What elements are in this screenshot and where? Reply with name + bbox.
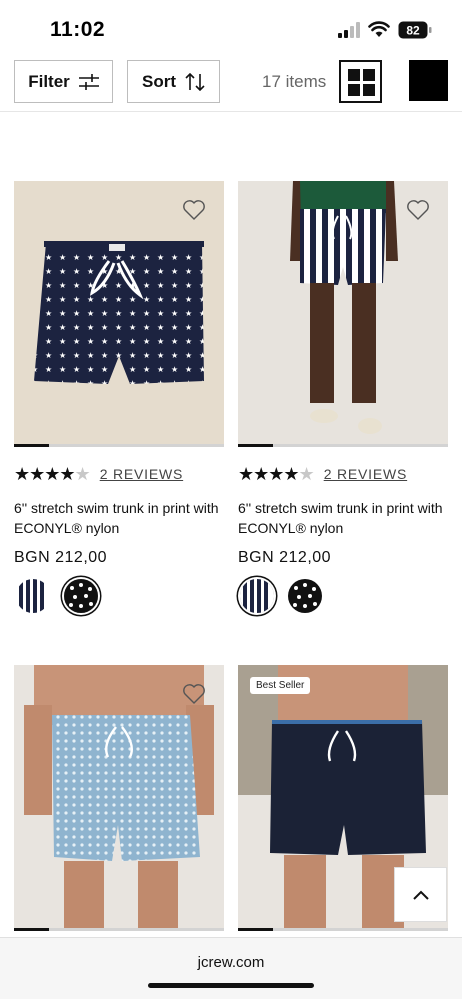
wishlist-heart-icon[interactable]: [182, 199, 206, 221]
filter-button[interactable]: Filter: [14, 60, 113, 103]
product-name[interactable]: 6'' stretch swim trunk in print with ECO…: [14, 498, 224, 538]
color-swatches: [238, 579, 448, 613]
browser-url-bar[interactable]: jcrew.com: [0, 937, 462, 999]
rating-row: ★★★★★ 2 REVIEWS: [14, 463, 224, 485]
cellular-signal-icon: [338, 22, 360, 38]
grid-view-button[interactable]: [339, 60, 382, 103]
product-price: BGN 212,00: [14, 549, 108, 566]
star-rating: ★★★★★: [14, 463, 91, 485]
single-view-button[interactable]: [409, 60, 448, 101]
product-image[interactable]: [14, 665, 224, 928]
url-text[interactable]: jcrew.com: [0, 954, 462, 971]
wishlist-heart-icon[interactable]: [406, 199, 430, 221]
image-carousel-indicator: [14, 444, 224, 447]
color-swatches: [14, 579, 224, 613]
image-carousel-indicator: [238, 928, 448, 931]
product-name[interactable]: 6'' stretch swim trunk in print with ECO…: [238, 498, 448, 538]
product-price: BGN 212,00: [238, 549, 332, 566]
status-time: 11:02: [50, 18, 106, 41]
wishlist-heart-icon[interactable]: [182, 683, 206, 705]
product-image[interactable]: [238, 181, 448, 444]
battery-icon: 82: [398, 21, 432, 39]
chevron-up-icon: [412, 890, 429, 900]
product-card[interactable]: ★★★★★ 2 REVIEWS 6'' stretch swim trunk i…: [238, 181, 448, 613]
swatch-star-navy[interactable]: [288, 579, 322, 613]
sliders-icon: [78, 73, 99, 90]
swatch-stripe[interactable]: [16, 579, 50, 613]
status-bar: 11:02 82: [0, 0, 462, 58]
best-seller-badge: Best Seller: [250, 677, 311, 694]
sort-arrows-icon: [185, 72, 205, 91]
star-rating: ★★★★★: [238, 463, 315, 485]
reviews-link[interactable]: 2 REVIEWS: [324, 466, 407, 482]
battery-level: 82: [406, 24, 420, 38]
image-carousel-indicator: [238, 444, 448, 447]
reviews-link[interactable]: 2 REVIEWS: [100, 466, 183, 482]
image-carousel-indicator: [14, 928, 224, 931]
toolbar-divider: [0, 111, 462, 112]
sort-label: Sort: [142, 71, 176, 91]
product-card[interactable]: ★ ★★★★★ 2 REVIEWS 6'' stretch swim trunk…: [14, 181, 224, 613]
back-to-top-button[interactable]: [394, 867, 447, 922]
item-count: 17 items: [262, 72, 327, 91]
home-indicator: [148, 983, 314, 988]
sort-button[interactable]: Sort: [127, 60, 220, 103]
wifi-icon: [368, 21, 390, 37]
filter-label: Filter: [28, 71, 70, 91]
swatch-star-navy[interactable]: [64, 579, 98, 613]
product-card[interactable]: [14, 665, 224, 931]
swatch-stripe[interactable]: [240, 579, 274, 613]
rating-row: ★★★★★ 2 REVIEWS: [238, 463, 448, 485]
listing-toolbar: Filter Sort 17 items: [0, 60, 462, 106]
product-image[interactable]: ★: [14, 181, 224, 444]
